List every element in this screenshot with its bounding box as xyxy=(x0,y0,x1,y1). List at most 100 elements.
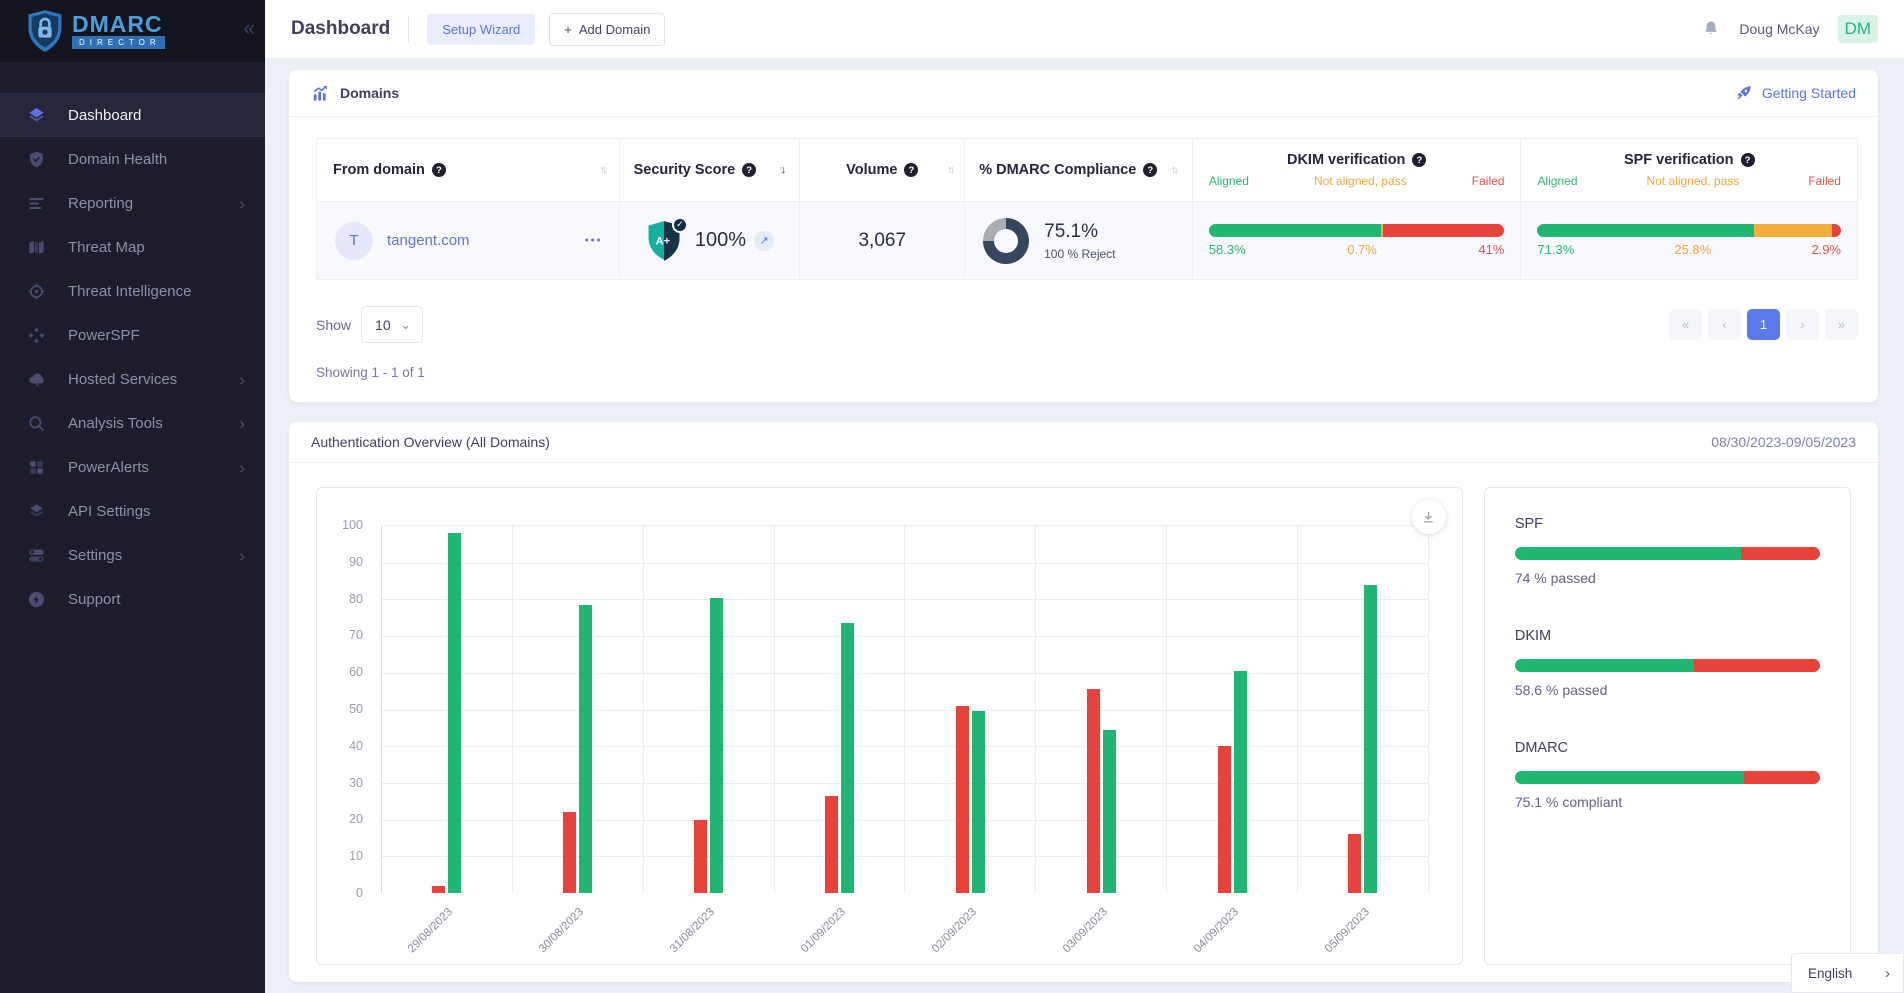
passed-bar[interactable] xyxy=(710,598,723,893)
sidebar-item-settings[interactable]: Settings › xyxy=(0,533,265,577)
show-label: Show xyxy=(316,317,351,333)
failed-bar[interactable] xyxy=(563,812,576,893)
sidebar-item-label: Support xyxy=(68,591,121,608)
chevron-down-icon: ⌄ xyxy=(400,317,411,333)
passed-bar[interactable] xyxy=(1364,585,1377,893)
logo: DMARC DIRECTOR « xyxy=(0,0,265,62)
y-tick-label: 60 xyxy=(349,665,363,679)
help-icon[interactable]: ? xyxy=(1412,153,1426,167)
auth-date-range[interactable]: 08/30/2023-09/05/2023 xyxy=(1711,434,1856,450)
sort-icon[interactable]: ↑↓ xyxy=(778,164,785,176)
y-tick-label: 80 xyxy=(349,592,363,606)
auth-overview-title: Authentication Overview (All Domains) xyxy=(311,434,550,450)
y-tick-label: 100 xyxy=(342,518,363,532)
failed-bar[interactable] xyxy=(432,886,445,893)
passed-bar[interactable] xyxy=(841,623,854,893)
failed-bar[interactable] xyxy=(1087,689,1100,893)
score-detail-link-icon[interactable]: ↗ xyxy=(754,231,774,251)
dkim-aligned-value: 58.3% xyxy=(1209,242,1246,257)
sidebar-nav: DashboardDomain HealthReporting›Threat M… xyxy=(0,93,265,621)
sort-icon[interactable]: ↑↓ xyxy=(947,164,954,176)
table-row: T tangent.com ⋯ A+ ✓ 1 xyxy=(317,201,1857,279)
summary-bar xyxy=(1515,771,1820,784)
volume-value: 3,067 xyxy=(800,230,964,252)
page-size-select[interactable]: 10 ⌄ xyxy=(361,306,423,343)
sidebar-item-poweralerts[interactable]: PowerAlerts› xyxy=(0,445,265,489)
spf-segment-failed xyxy=(1832,224,1841,237)
passed-bar[interactable] xyxy=(1103,730,1116,893)
sidebar-item-analysis-tools[interactable]: Analysis Tools› xyxy=(0,401,265,445)
auth-chart: 0102030405060708090100 29/08/202330/08/2… xyxy=(316,487,1463,965)
sidebar-item-support[interactable]: Support xyxy=(0,577,265,621)
y-tick-label: 70 xyxy=(349,628,363,642)
passed-bar[interactable] xyxy=(972,711,985,893)
sidebar-item-label: Dashboard xyxy=(68,107,141,124)
col-header-volume[interactable]: Volume? ↑↓ xyxy=(800,139,965,201)
language-selector[interactable]: English › xyxy=(1791,953,1904,993)
passed-bar[interactable] xyxy=(1234,671,1247,893)
help-icon[interactable]: ? xyxy=(1143,163,1157,177)
notifications-bell-icon[interactable] xyxy=(1701,18,1721,40)
topbar: Dashboard Setup Wizard +Add Domain Doug … xyxy=(265,0,1904,59)
dkim-verification-cell: 58.3% 0.7% 41% xyxy=(1193,202,1522,279)
failed-bar[interactable] xyxy=(694,820,707,893)
spf-not-aligned-label: Not aligned, pass xyxy=(1647,174,1740,188)
failed-bar[interactable] xyxy=(1348,834,1361,893)
sidebar-item-label: Domain Health xyxy=(68,151,167,168)
row-actions-menu-icon[interactable]: ⋯ xyxy=(584,230,619,251)
chart-download-button[interactable] xyxy=(1412,500,1446,534)
sidebar-item-api-settings[interactable]: API Settings xyxy=(0,489,265,533)
summary-label: DMARC xyxy=(1515,740,1820,756)
sidebar-item-label: Reporting xyxy=(68,195,133,212)
failed-bar[interactable] xyxy=(956,706,969,893)
passed-bar[interactable] xyxy=(448,533,461,893)
showing-text: Showing 1 - 1 of 1 xyxy=(289,343,1878,402)
dmarc-note: 100 % Reject xyxy=(1044,247,1115,261)
sidebar-item-dashboard[interactable]: Dashboard xyxy=(0,93,265,137)
avatar[interactable]: DM xyxy=(1838,15,1878,43)
y-tick-label: 30 xyxy=(349,776,363,790)
col-header-from-domain[interactable]: From domain? ↑↓ xyxy=(317,139,620,201)
dmarc-pct: 75.1% xyxy=(1044,221,1115,243)
logo-title: DMARC xyxy=(72,13,165,35)
dkim-aligned-label: Aligned xyxy=(1209,174,1249,188)
pagination: «‹1›» xyxy=(1669,309,1858,340)
sidebar-item-label: Settings xyxy=(68,547,122,564)
setup-wizard-button[interactable]: Setup Wizard xyxy=(427,14,535,45)
chart-ylabels: 0102030405060708090100 xyxy=(317,525,373,893)
pagination-button-nav-187[interactable]: » xyxy=(1825,309,1858,340)
sidebar-item-threat-map[interactable]: Threat Map xyxy=(0,225,265,269)
help-icon[interactable]: ? xyxy=(904,163,918,177)
domains-table: From domain? ↑↓ Security Score? ↑↓ Volum… xyxy=(316,138,1858,280)
layers-icon xyxy=(26,105,46,125)
pagination-button-nav-171[interactable]: « xyxy=(1669,309,1702,340)
pagination-button-nav-8249[interactable]: ‹ xyxy=(1708,309,1741,340)
pagination-button-nav-8250[interactable]: › xyxy=(1786,309,1819,340)
help-icon[interactable]: ? xyxy=(1741,153,1755,167)
user-name[interactable]: Doug McKay xyxy=(1739,21,1819,37)
col-header-dmarc-compliance[interactable]: % DMARC Compliance? ↑↓ xyxy=(965,139,1193,201)
getting-started-link[interactable]: Getting Started xyxy=(1735,84,1856,102)
bar-group-05-09-2023 xyxy=(1298,526,1429,893)
summary-caption: 58.6 % passed xyxy=(1515,682,1820,698)
domain-link[interactable]: tangent.com xyxy=(387,232,470,249)
sidebar-item-domain-health[interactable]: Domain Health xyxy=(0,137,265,181)
help-icon[interactable]: ? xyxy=(432,163,446,177)
help-icon[interactable]: ? xyxy=(742,163,756,177)
passed-bar[interactable] xyxy=(579,605,592,893)
pagination-button-page-1[interactable]: 1 xyxy=(1747,309,1780,340)
chevron-right-icon: › xyxy=(239,547,245,564)
sidebar-item-threat-intelligence[interactable]: Threat Intelligence xyxy=(0,269,265,313)
sidebar-item-reporting[interactable]: Reporting› xyxy=(0,181,265,225)
sort-icon[interactable]: ↑↓ xyxy=(1171,164,1178,176)
failed-bar[interactable] xyxy=(1218,746,1231,893)
add-domain-button[interactable]: +Add Domain xyxy=(549,13,665,46)
spf-not-aligned-value: 25.8% xyxy=(1674,242,1711,257)
sort-icon[interactable]: ↑↓ xyxy=(600,164,607,176)
col-header-security-score[interactable]: Security Score? ↑↓ xyxy=(620,139,801,201)
dkim-not-aligned-label: Not aligned, pass xyxy=(1314,174,1407,188)
failed-bar[interactable] xyxy=(825,796,838,893)
sidebar-item-powerspf[interactable]: PowerSPF xyxy=(0,313,265,357)
sidebar-collapse-icon[interactable]: « xyxy=(243,17,255,41)
sidebar-item-hosted-services[interactable]: Hosted Services› xyxy=(0,357,265,401)
